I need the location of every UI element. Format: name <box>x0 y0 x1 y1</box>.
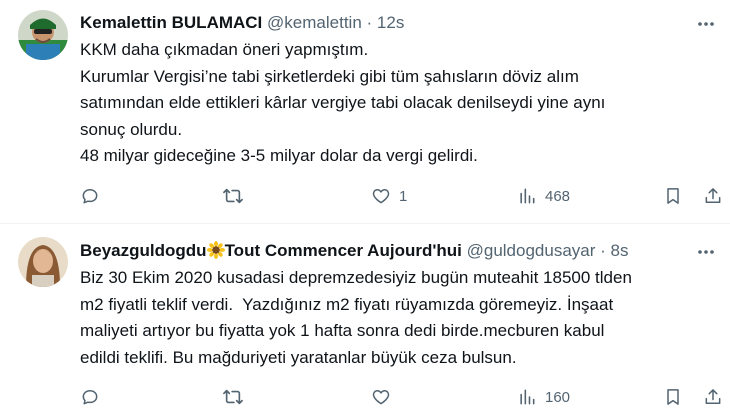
heart-icon <box>372 390 390 405</box>
tweet-text: Biz 30 Ekim 2020 kusadasi depremzedesiyi… <box>80 265 710 371</box>
tweet-header: Beyazguldogdu Tout Commencer Aujourd'hui… <box>80 240 690 262</box>
separator-dot: · <box>366 13 373 32</box>
views-count: 160 <box>545 388 571 406</box>
tweet-text-line: 48 milyar gideceğine 3-5 milyar dolar da… <box>80 146 478 165</box>
timestamp[interactable]: 12s <box>377 13 404 32</box>
reply-button[interactable] <box>80 184 108 208</box>
share-button[interactable] <box>703 184 723 208</box>
display-name-part: Beyazguldogdu <box>80 241 207 260</box>
more-horizontal-icon <box>698 22 714 26</box>
tweet-text-line: Biz 30 Ekim 2020 kusadasi depremzedesiyi… <box>80 268 632 287</box>
reply-icon <box>82 189 98 204</box>
share-icon <box>705 188 721 203</box>
tweet-text-line: Kurumlar Vergisi’ne tabi şirketlerdeki g… <box>80 66 579 86</box>
views-button[interactable]: 468 <box>517 184 570 208</box>
tweet[interactable]: Kemalettin BULAMACI @kemalettin · 12s KK… <box>0 0 730 224</box>
more-horizontal-icon <box>698 250 714 254</box>
like-button[interactable] <box>371 385 399 409</box>
views-icon <box>520 188 535 204</box>
retweet-icon <box>223 188 243 204</box>
tweet[interactable]: Beyazguldogdu Tout Commencer Aujourd'hui… <box>0 225 730 420</box>
bookmark-button[interactable] <box>663 184 683 208</box>
share-icon <box>705 389 721 404</box>
retweet-icon <box>223 389 243 405</box>
tweet-actions: 160 <box>0 385 730 409</box>
avatar[interactable] <box>18 237 68 287</box>
more-options-button[interactable] <box>694 240 718 264</box>
tweet-text-line: m2 fiyatli teklif verdi. Yazdığınız m2 f… <box>80 294 614 314</box>
tweet-text: KKM daha çıkmadan öneri yapmıştım. Kurum… <box>80 37 710 170</box>
timestamp[interactable]: 8s <box>611 241 629 260</box>
retweet-button[interactable] <box>222 385 252 409</box>
separator-dot: · <box>600 241 606 260</box>
more-options-button[interactable] <box>694 12 718 36</box>
reply-icon <box>82 390 98 405</box>
share-button[interactable] <box>703 385 723 409</box>
tweet-header: Kemalettin BULAMACI @kemalettin · 12s <box>80 12 690 34</box>
user-handle[interactable]: @guldogdusayar <box>467 241 596 260</box>
bookmark-icon <box>667 188 679 204</box>
user-handle[interactable]: @kemalettin <box>267 13 362 32</box>
views-count: 468 <box>545 187 571 205</box>
display-name[interactable]: Kemalettin BULAMACI <box>80 13 262 32</box>
bookmark-icon <box>667 389 679 405</box>
reply-button[interactable] <box>80 385 108 409</box>
views-button[interactable]: 160 <box>517 385 570 409</box>
tweet-text-line: edildi teklifi. Bu mağduriyeti yaratanla… <box>80 347 517 367</box>
like-button[interactable]: 1 <box>371 184 407 208</box>
like-count: 1 <box>399 187 408 205</box>
views-icon <box>520 389 535 405</box>
heart-icon <box>372 189 390 204</box>
display-name-part: Tout Commencer Aujourd'hui <box>224 241 462 260</box>
tweet-text-line: satımından elde ettikleri kârlar vergiye… <box>80 93 606 112</box>
tweet-actions: 1 468 <box>0 184 730 208</box>
tweet-text-line: KKM daha çıkmadan öneri yapmıştım. <box>80 40 369 59</box>
sunflower-emoji <box>206 241 225 259</box>
bookmark-button[interactable] <box>663 385 683 409</box>
display-name[interactable]: Beyazguldogdu Tout Commencer Aujourd'hui <box>80 241 462 260</box>
tweet-text-line: maliyeti artıyor bu fiyatta yok 1 hafta … <box>80 321 605 340</box>
avatar[interactable] <box>18 10 68 60</box>
tweet-text-line: sonuç olurdu. <box>80 119 183 139</box>
retweet-button[interactable] <box>222 184 252 208</box>
